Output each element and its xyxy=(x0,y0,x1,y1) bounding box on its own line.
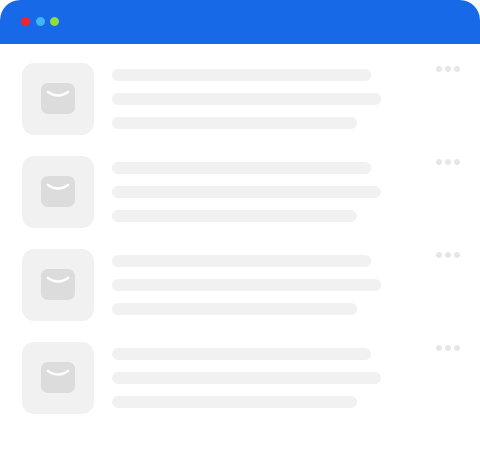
more-options-icon[interactable] xyxy=(436,159,460,165)
skeleton-line xyxy=(112,69,371,81)
list-item[interactable] xyxy=(0,156,480,228)
envelope-icon xyxy=(41,176,75,207)
skeleton-line xyxy=(112,372,381,384)
envelope-icon xyxy=(41,83,75,114)
skeleton-line xyxy=(112,303,357,315)
minimize-dot[interactable] xyxy=(36,17,45,26)
more-options-icon[interactable] xyxy=(436,345,460,351)
close-dot[interactable] xyxy=(21,17,30,26)
thumbnail xyxy=(22,249,94,321)
list-item[interactable] xyxy=(0,342,480,414)
maximize-dot[interactable] xyxy=(50,17,59,26)
app-window xyxy=(0,0,480,458)
skeleton-line xyxy=(112,255,371,267)
skeleton-line xyxy=(112,210,357,222)
more-options-icon[interactable] xyxy=(436,66,460,72)
thumbnail xyxy=(22,156,94,228)
skeleton-line xyxy=(112,117,357,129)
skeleton-line xyxy=(112,162,371,174)
thumbnail xyxy=(22,342,94,414)
skeleton-line xyxy=(112,396,357,408)
list-item[interactable] xyxy=(0,249,480,321)
list-item[interactable] xyxy=(0,63,480,135)
thumbnail xyxy=(22,63,94,135)
skeleton-line xyxy=(112,348,371,360)
title-bar xyxy=(0,0,480,44)
skeleton-line xyxy=(112,186,381,198)
envelope-icon xyxy=(41,269,75,300)
skeleton-line xyxy=(112,279,381,291)
more-options-icon[interactable] xyxy=(436,252,460,258)
skeleton-line xyxy=(112,93,381,105)
envelope-icon xyxy=(41,362,75,393)
